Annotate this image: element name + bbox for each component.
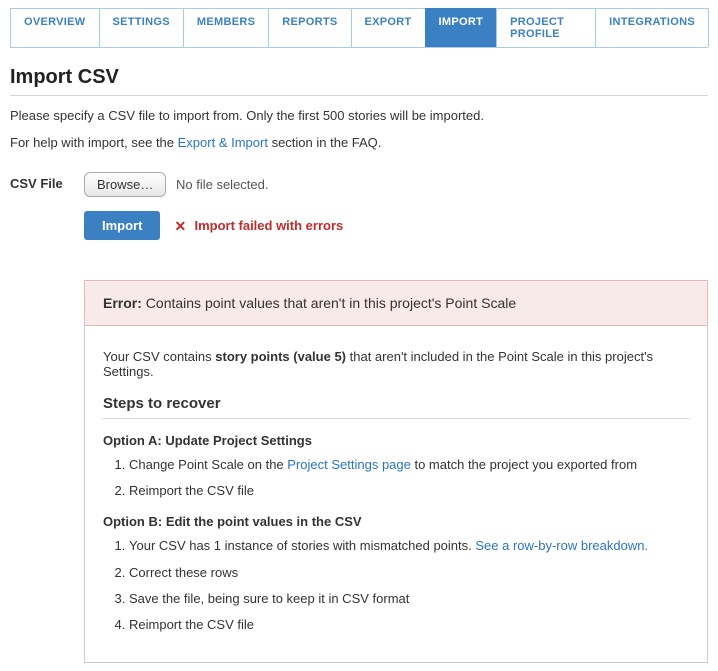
export-import-link[interactable]: Export & Import [178,135,268,150]
error-detail: Your CSV contains story points (value 5)… [103,349,689,379]
intro-text-1: Please specify a CSV file to import from… [10,108,708,123]
option-a-step-2: Reimport the CSV file [129,482,689,500]
error-detail-pre: Your CSV contains [103,349,215,364]
steps-to-recover-heading: Steps to recover [103,395,689,419]
option-b-heading: Option B: Edit the point values in the C… [103,514,689,529]
option-b-step-1-pre: Your CSV has 1 instance of stories with … [129,538,475,553]
error-header: Error: Contains point values that aren't… [84,280,708,326]
tab-integrations[interactable]: INTEGRATIONS [595,8,709,47]
option-b-step-2: Correct these rows [129,564,689,582]
option-a-step-1-pre: Change Point Scale on the [129,457,287,472]
option-a-step-1-post: to match the project you exported from [411,457,637,472]
intro-text-2: For help with import, see the Export & I… [10,135,708,150]
intro2-post: section in the FAQ. [268,135,381,150]
option-a-heading: Option A: Update Project Settings [103,433,689,448]
option-b-step-3: Save the file, being sure to keep it in … [129,590,689,608]
intro2-pre: For help with import, see the [10,135,178,150]
error-x-icon: ✕ [174,219,188,233]
csv-file-row: CSV File Browse… No file selected. Impor… [10,172,708,240]
import-fail-text: Import failed with errors [194,218,343,233]
option-b-step-1: Your CSV has 1 instance of stories with … [129,537,689,555]
tab-reports[interactable]: REPORTS [268,8,351,47]
tab-project-profile[interactable]: PROJECT PROFILE [496,8,596,47]
error-headline: Contains point values that aren't in thi… [146,295,516,311]
tab-bar: OVERVIEWSETTINGSMEMBERSREPORTSEXPORTIMPO… [10,8,708,48]
import-button[interactable]: Import [84,211,160,240]
browse-button[interactable]: Browse… [84,172,166,197]
error-label: Error: [103,295,142,311]
file-status-text: No file selected. [176,177,269,192]
tab-import[interactable]: IMPORT [425,8,498,47]
tab-members[interactable]: MEMBERS [183,8,269,47]
option-a-step-1: Change Point Scale on the Project Settin… [129,456,689,474]
tab-export[interactable]: EXPORT [351,8,426,47]
error-detail-bold: story points (value 5) [215,349,346,364]
row-breakdown-link[interactable]: See a row-by-row breakdown. [475,538,648,553]
option-a-steps: Change Point Scale on the Project Settin… [107,456,689,500]
error-panel: Error: Contains point values that aren't… [84,280,708,663]
option-b-steps: Your CSV has 1 instance of stories with … [107,537,689,634]
page-title: Import CSV [10,66,708,96]
csv-file-label: CSV File [10,172,84,191]
tab-overview[interactable]: OVERVIEW [10,8,100,47]
project-settings-link[interactable]: Project Settings page [287,457,411,472]
import-fail-message: ✕ Import failed with errors [174,218,343,233]
tab-settings[interactable]: SETTINGS [99,8,184,47]
option-b-step-4: Reimport the CSV file [129,616,689,634]
